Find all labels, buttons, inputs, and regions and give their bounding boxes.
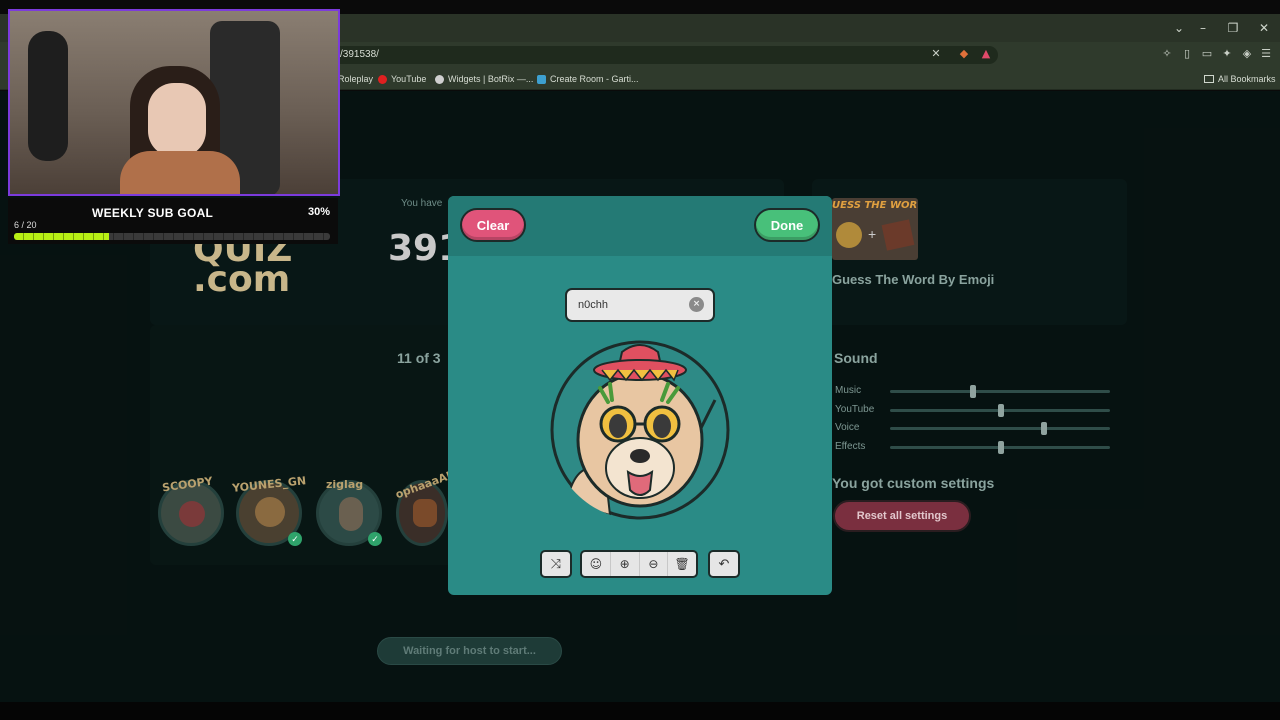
bookmark-create-room[interactable]: Create Room - Garti... [537, 72, 639, 86]
botrix-icon [435, 74, 444, 84]
person-face [148, 83, 206, 157]
zoom-out-icon: ⊖ [648, 557, 659, 571]
slider-track[interactable] [890, 404, 1110, 417]
bookmark-roleplay[interactable]: Roleplay [338, 72, 373, 86]
quiz-logo: QUIZ .com [193, 232, 292, 298]
quiz-thumbnail[interactable]: UESS THE WOR + [832, 198, 918, 260]
slider-track[interactable] [890, 422, 1110, 435]
bookmark-youtube[interactable]: YouTube [378, 72, 426, 86]
all-bookmarks-label: All Bookmarks [1218, 74, 1276, 84]
voice-slider[interactable]: Voice [835, 422, 1115, 435]
avatar-preview[interactable] [550, 340, 730, 520]
plus-icon: + [868, 226, 877, 242]
dog-avatar-icon [550, 340, 730, 520]
tool-group: ☺ ⊕ ⊖ 🗑 [580, 550, 698, 578]
folder-icon [1204, 75, 1214, 83]
slider-handle[interactable] [970, 385, 976, 398]
slider-handle[interactable] [1041, 422, 1047, 435]
quiz-banner: UESS THE WOR [832, 200, 918, 211]
delete-button[interactable]: 🗑 [668, 552, 696, 576]
slider-label: Music [835, 385, 862, 396]
avatar-face [413, 499, 437, 527]
bookmark-label: Create Room - Garti... [550, 74, 639, 84]
quiz-title: Guess The Word By Emoji [832, 272, 995, 287]
screen: ⌄ – ❐ ✕ /391538/ ✕ ◆ ▲ ✧ ▯ ▭ ✦ ◈ ☰ Rolep… [0, 0, 1280, 720]
chocolate-icon [881, 219, 915, 251]
players-count: 11 of 3 [397, 350, 441, 366]
zoom-in-button[interactable]: ⊕ [611, 552, 640, 576]
undo-icon: ↶ [718, 556, 730, 572]
trash-icon: 🗑 [674, 557, 690, 571]
gartic-icon [537, 74, 546, 84]
sidebar-icon[interactable]: ▯ [1180, 47, 1194, 61]
slider-track[interactable] [890, 441, 1110, 454]
person-shirt [120, 151, 240, 194]
shuffle-button[interactable]: ⤨ [540, 550, 572, 578]
waiting-status-button: Waiting for host to start... [377, 637, 562, 665]
ready-check-icon: ✓ [368, 532, 382, 546]
wallet-icon[interactable]: ▭ [1200, 47, 1214, 61]
player-name: ziglag [326, 478, 364, 491]
extensions-icon[interactable]: ✧ [1160, 47, 1174, 61]
webcam-feed [8, 9, 340, 196]
shuffle-icon: ⤨ [550, 556, 562, 572]
zoom-out-button[interactable]: ⊖ [640, 552, 669, 576]
vpn-icon[interactable]: ◈ [1240, 47, 1254, 61]
slider-track[interactable] [890, 385, 1110, 398]
slider-label: Voice [835, 422, 860, 433]
brave-shield-icon[interactable]: ◆ [957, 47, 971, 61]
restore-icon[interactable]: ❐ [1218, 14, 1248, 42]
all-bookmarks[interactable]: All Bookmarks [1204, 72, 1276, 86]
avatar-face [179, 501, 205, 527]
close-window-icon[interactable]: ✕ [1249, 14, 1279, 42]
reset-settings-button[interactable]: Reset all settings [833, 500, 971, 532]
slider-handle[interactable] [998, 441, 1004, 454]
leo-icon[interactable]: ✦ [1220, 47, 1234, 61]
menu-icon[interactable]: ☰ [1259, 47, 1273, 61]
done-button[interactable]: Done [754, 208, 820, 242]
clear-input-icon[interactable]: × [689, 297, 704, 312]
bookmark-label: Roleplay [338, 74, 374, 84]
avatar-editor-modal: Clear Done n0chh × ⤨ ☺ ⊕ ⊖ 🗑 ↶ [448, 196, 832, 595]
emoji-icon: ☺ [589, 557, 603, 571]
bookmark-botrix[interactable]: Widgets | BotRix —... [435, 72, 533, 86]
ready-check-icon: ✓ [288, 532, 302, 546]
avatar-face [255, 497, 285, 527]
youtube-slider[interactable]: YouTube [835, 404, 1115, 417]
custom-settings-text: You got custom settings [832, 475, 995, 491]
address-bar[interactable]: /391538/ [330, 46, 998, 64]
youtube-icon [378, 74, 387, 84]
goal-ticks [14, 233, 330, 240]
slider-label: YouTube [835, 404, 875, 415]
emoji-button[interactable]: ☺ [582, 552, 611, 576]
rewards-icon[interactable]: ▲ [979, 47, 993, 61]
bookmark-label: Widgets | BotRix —... [448, 74, 534, 84]
punching-bag [28, 31, 68, 161]
mute-icon[interactable]: ✕ [929, 47, 943, 61]
undo-button[interactable]: ↶ [708, 550, 740, 578]
music-slider[interactable]: Music [835, 385, 1115, 398]
clear-button[interactable]: Clear [460, 208, 526, 242]
zoom-in-icon: ⊕ [619, 557, 630, 571]
bookmark-label: YouTube [391, 74, 427, 84]
goal-title: WEEKLY SUB GOAL [92, 206, 214, 220]
sound-title: Sound [834, 350, 878, 366]
emoji-icon [836, 222, 862, 248]
slider-label: Effects [835, 441, 866, 452]
minimize-icon[interactable]: – [1188, 14, 1218, 42]
slider-handle[interactable] [998, 404, 1004, 417]
effects-slider[interactable]: Effects [835, 441, 1115, 454]
goal-count: 6 / 20 [14, 220, 37, 230]
goal-progress-bar [14, 233, 330, 240]
taskbar-strip [0, 702, 1280, 720]
avatar-face [339, 497, 363, 531]
you-have-label: You have [401, 198, 443, 209]
goal-percent: 30% [308, 206, 331, 218]
